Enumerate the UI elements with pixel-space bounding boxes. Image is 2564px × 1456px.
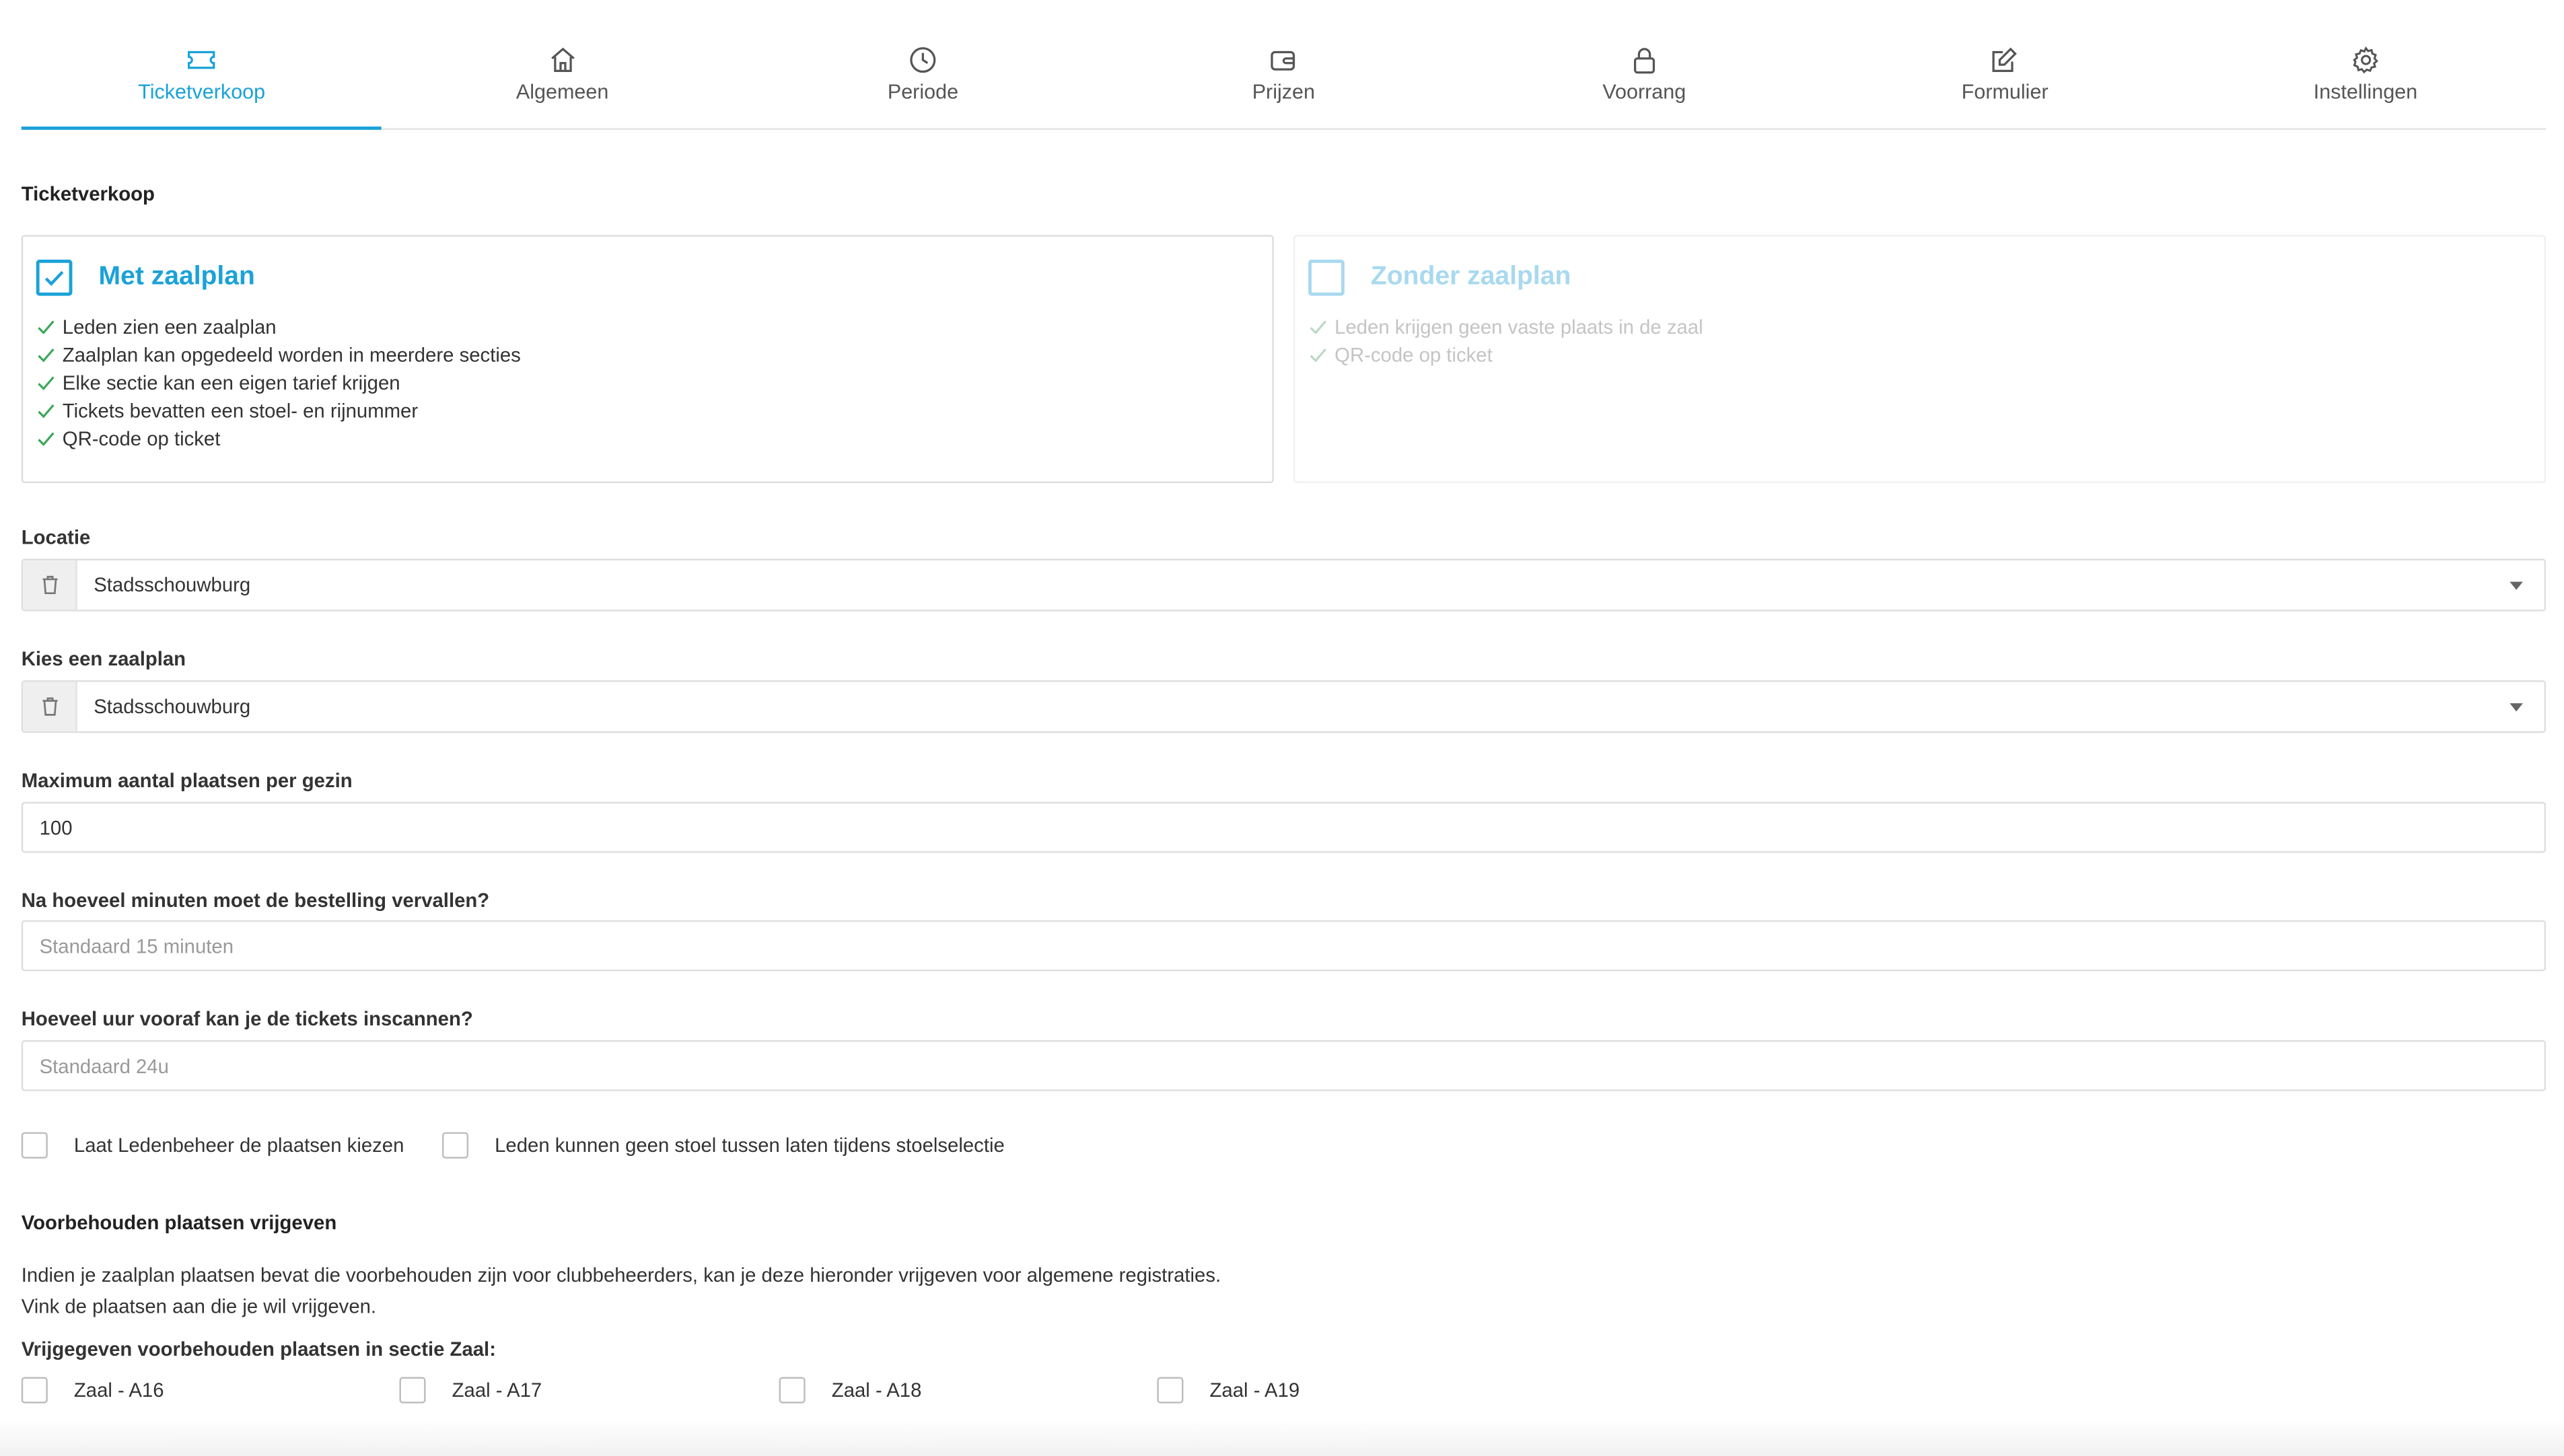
clear-zaalplan-button[interactable] <box>23 682 77 731</box>
wallet-icon <box>1271 50 1296 71</box>
ticket-mode-options: Met zaalplan Leden zien een zaalplan Zaa… <box>21 235 2547 484</box>
lock-icon <box>1633 48 1655 74</box>
feature-item: Leden krijgen geen vaste plaats in de za… <box>1308 312 2531 340</box>
feature-item: Leden zien een zaalplan <box>36 312 1259 340</box>
geen-stoel-label: Leden kunnen geen stoel tussen laten tij… <box>495 1134 1005 1157</box>
check-icon <box>38 320 55 334</box>
seat-option-a18[interactable]: Zaal - A18 <box>779 1377 921 1404</box>
zaalplan-label: Kies een zaalplan <box>21 647 186 671</box>
ledenbeheer-checkbox[interactable] <box>21 1132 48 1159</box>
check-icon <box>1310 320 1326 334</box>
feature-item: Elke sectie kan een eigen tarief krijgen <box>36 368 1259 396</box>
option-title: Zonder zaalplan <box>1370 262 1571 291</box>
seat-checkbox[interactable] <box>1157 1377 1184 1404</box>
option-zonder-zaalplan[interactable]: Zonder zaalplan Leden krijgen geen vaste… <box>1293 235 2547 484</box>
check-icon <box>1310 347 1326 362</box>
inscannen-input[interactable]: Standaard 24u <box>21 1040 2547 1091</box>
option-checkbox-unchecked[interactable] <box>1308 259 1345 296</box>
max-plaatsen-input[interactable]: 100 <box>21 801 2547 853</box>
tab-prijzen[interactable]: Prijzen <box>1103 0 1464 128</box>
clock-icon <box>910 47 936 73</box>
tab-instellingen[interactable]: Instellingen <box>2185 0 2546 128</box>
edit-icon <box>1993 47 2018 73</box>
ticketverkoop-heading: Ticketverkoop <box>21 182 155 206</box>
check-icon <box>38 375 55 390</box>
vervallen-input[interactable]: Standaard 15 minuten <box>21 920 2547 972</box>
tab-label: Voorrang <box>1602 80 1686 104</box>
seat-checkbox[interactable] <box>21 1377 48 1404</box>
tab-algemeen[interactable]: Algemeen <box>382 0 743 128</box>
chevron-down-icon <box>2509 581 2523 589</box>
chevron-down-icon <box>2509 702 2523 711</box>
seat-checkbox[interactable] <box>779 1377 806 1404</box>
home-icon <box>550 47 574 73</box>
tab-voorrang[interactable]: Voorrang <box>1464 0 1824 128</box>
trash-icon <box>42 575 57 595</box>
tab-label: Periode <box>887 80 959 104</box>
geen-stoel-checkbox[interactable] <box>441 1132 469 1159</box>
voorbehouden-heading: Voorbehouden plaatsen vrijgeven <box>21 1210 337 1235</box>
bottom-fade <box>0 1420 2564 1456</box>
check-icon <box>38 403 55 418</box>
feature-item: QR-code op ticket <box>1308 340 2531 369</box>
tab-periode[interactable]: Periode <box>743 0 1104 128</box>
gear-icon <box>2352 46 2378 74</box>
option-met-zaalplan[interactable]: Met zaalplan Leden zien een zaalplan Zaa… <box>21 235 1274 484</box>
voorbehouden-description: Indien je zaalplan plaatsen bevat die vo… <box>21 1264 1221 1318</box>
seat-option-a19[interactable]: Zaal - A19 <box>1157 1377 1299 1404</box>
option-title: Met zaalplan <box>98 262 255 291</box>
zaalplan-select[interactable]: Stadsschouwburg <box>21 680 2547 733</box>
tab-label: Instellingen <box>2313 80 2418 104</box>
locatie-select[interactable]: Stadsschouwburg <box>21 558 2547 612</box>
tab-label: Ticketverkoop <box>138 80 266 104</box>
sectie-zaal-label: Vrijgegeven voorbehouden plaatsen in sec… <box>21 1338 496 1361</box>
seat-option-a16[interactable]: Zaal - A16 <box>21 1377 164 1404</box>
tab-formulier[interactable]: Formulier <box>1824 0 2185 128</box>
locatie-value: Stadsschouwburg <box>94 573 251 597</box>
event-settings-page: Ticketverkoop Algemeen Periode Prijzen V… <box>0 0 2564 1456</box>
ledenbeheer-option[interactable]: Laat Ledenbeheer de plaatsen kiezen <box>21 1132 404 1159</box>
tab-label: Prijzen <box>1252 80 1316 104</box>
feature-item: Zaalplan kan opgedeeld worden in meerder… <box>36 340 1259 369</box>
check-icon <box>38 431 55 445</box>
vervallen-label: Na hoeveel minuten moet de bestelling ve… <box>21 889 490 912</box>
check-icon <box>38 347 55 362</box>
clear-locatie-button[interactable] <box>23 560 77 610</box>
trash-icon <box>42 697 57 716</box>
seat-checkbox[interactable] <box>399 1377 426 1404</box>
settings-tabs: Ticketverkoop Algemeen Periode Prijzen V… <box>21 0 2547 130</box>
tab-label: Algemeen <box>515 80 609 104</box>
ticket-icon <box>188 50 215 69</box>
ledenbeheer-label: Laat Ledenbeheer de plaatsen kiezen <box>73 1134 404 1157</box>
feature-item: QR-code op ticket <box>36 424 1259 452</box>
check-icon <box>44 270 64 286</box>
feature-item: Tickets bevatten een stoel- en rijnummer <box>36 396 1259 425</box>
seat-option-a17[interactable]: Zaal - A17 <box>399 1377 542 1404</box>
tab-label: Formulier <box>1961 80 2049 104</box>
locatie-label: Locatie <box>21 525 91 549</box>
tab-ticketverkoop[interactable]: Ticketverkoop <box>21 0 383 130</box>
option-checkbox-checked[interactable] <box>36 259 73 296</box>
max-plaatsen-label: Maximum aantal plaatsen per gezin <box>21 768 353 793</box>
inscannen-label: Hoeveel uur vooraf kan je de tickets ins… <box>21 1007 473 1031</box>
zaalplan-value: Stadsschouwburg <box>94 695 251 719</box>
geen-stoel-option[interactable]: Leden kunnen geen stoel tussen laten tij… <box>441 1132 1005 1159</box>
